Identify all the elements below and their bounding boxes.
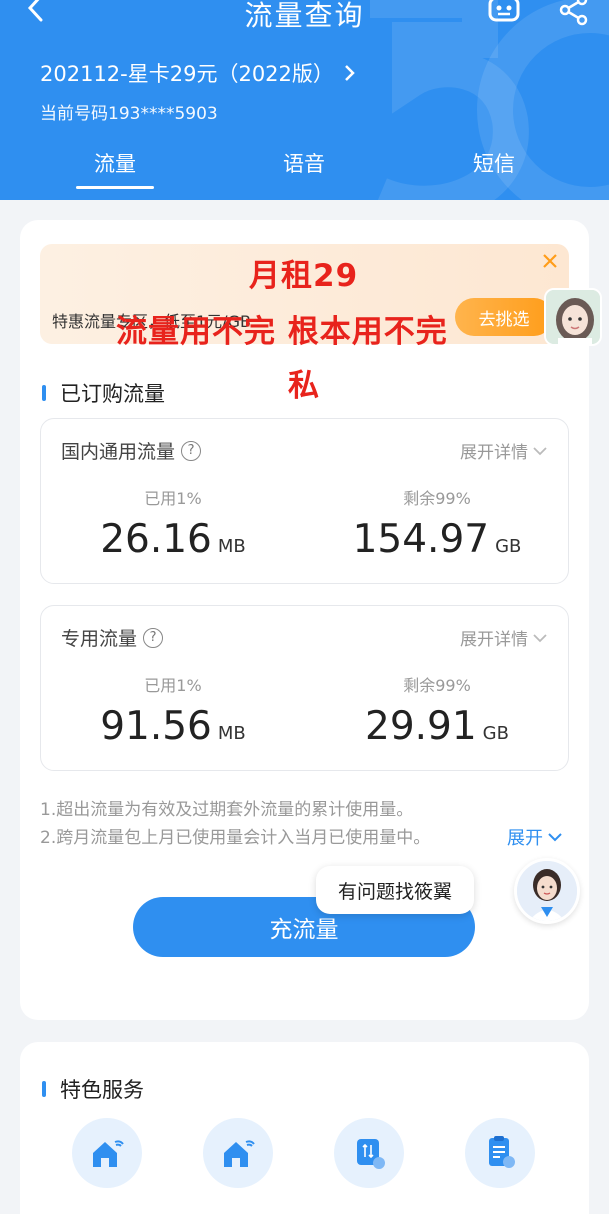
notes-expand-button[interactable]: 展开 [507,824,563,850]
expand-details-button[interactable]: 展开详情 [460,438,548,463]
used-unit: MB [217,723,246,744]
robot-service-button[interactable] [484,0,524,28]
used-amount: 91.56 MB [41,704,305,749]
service-home-wifi-1[interactable] [72,1118,142,1188]
dedicated-traffic-box: 专用流量 ? 展开详情 已用1% 91.56 MB 剩余99% 29.91 GB [40,605,569,771]
traffic-box-title-text: 专用流量 [61,628,138,650]
robot-icon [488,0,520,22]
help-icon[interactable]: ? [181,440,202,461]
used-value: 91.56 [100,704,212,749]
assistant-avatar-icon [517,861,577,921]
expand-label: 展开详情 [460,630,528,650]
service-traffic-card[interactable] [334,1118,404,1188]
overlay-annotation: 流量用不完 根本用不完 [116,314,448,350]
chevron-down-icon [533,446,547,455]
traffic-bill-icon [489,1136,515,1168]
header: 流量查询 202112-星卡29元（2022版） 当前号码193****5903… [0,0,609,200]
used-value: 26.16 [100,517,212,562]
traffic-card-icon [357,1139,385,1169]
general-traffic-box: 国内通用流量 ? 展开详情 已用1% 26.16 MB 剩余99% 154.97 G… [40,418,569,584]
share-icon [559,0,588,26]
remaining-column: 剩余99% 154.97 GB [305,485,569,562]
chevron-down-icon [548,833,562,842]
expand-details-button[interactable]: 展开详情 [460,625,548,650]
used-column: 已用1% 26.16 MB [41,485,305,562]
note-line: 1.超出流量为有效及过期套外流量的累计使用量。 [40,800,414,820]
assistant-avatar[interactable] [514,858,580,924]
help-icon[interactable]: ? [143,627,164,648]
services-section-title: 特色服务 [42,1074,144,1104]
traffic-box-title: 国内通用流量 ? [61,437,202,464]
remaining-column: 剩余99% 29.91 GB [305,672,569,749]
service-home-wifi-2[interactable] [203,1118,273,1188]
expand-label: 展开详情 [460,443,528,463]
section-marker [42,1081,46,1097]
promo-pick-button[interactable]: 去挑选 [455,298,553,336]
section-marker [42,385,46,401]
assistant-tip-bubble[interactable]: 有问题找筱翼 [316,866,474,914]
tab-bar: 流量 语音 短信 [0,148,609,200]
chevron-down-icon [533,633,547,642]
remaining-label: 剩余99% [403,676,471,695]
remaining-unit: GB [482,723,509,744]
traffic-box-title-text: 国内通用流量 [61,441,176,463]
floating-avatar[interactable] [544,288,602,346]
remaining-amount: 29.91 GB [305,704,569,749]
used-column: 已用1% 91.56 MB [41,672,305,749]
current-number: 当前号码193****5903 [40,104,218,124]
tab-voice[interactable]: 语音 [244,148,364,178]
featured-services-card: 特色服务 [20,1042,589,1214]
plan-name: 202112-星卡29元（2022版） [40,62,334,86]
active-tab-indicator [76,186,154,189]
remaining-value: 154.97 [352,517,490,562]
usage-notes: 1.超出流量为有效及过期套外流量的累计使用量。 2.跨月流量包上月已使用量会计入… [40,796,430,852]
section-title-text: 已订购流量 [60,382,165,406]
remaining-label: 剩余99% [403,489,471,508]
subscribed-section-title: 已订购流量 [42,378,165,408]
section-title-text: 特色服务 [60,1078,144,1102]
close-icon[interactable] [539,250,561,272]
remaining-value: 29.91 [365,704,477,749]
girl-avatar-icon [546,290,600,344]
tab-sms[interactable]: 短信 [434,148,554,178]
remaining-unit: GB [495,536,522,557]
note-line: 2.跨月流量包上月已使用量会计入当月已使用量中。 [40,828,431,848]
home-wifi-icon [224,1140,255,1167]
notes-expand-label: 展开 [507,828,543,849]
plan-selector[interactable]: 202112-星卡29元（2022版） [40,58,356,88]
used-unit: MB [217,536,246,557]
traffic-box-title: 专用流量 ? [61,624,164,651]
remaining-amount: 154.97 GB [305,517,569,562]
chevron-right-icon [345,65,355,81]
home-wifi-icon [93,1140,124,1167]
used-label: 已用1% [144,489,202,508]
share-button[interactable] [556,0,592,28]
tab-traffic[interactable]: 流量 [55,148,175,178]
service-traffic-bill[interactable] [465,1118,535,1188]
overlay-annotation: 私 [288,368,319,404]
used-label: 已用1% [144,676,202,695]
overlay-annotation: 月租29 [249,258,359,294]
used-amount: 26.16 MB [41,517,305,562]
